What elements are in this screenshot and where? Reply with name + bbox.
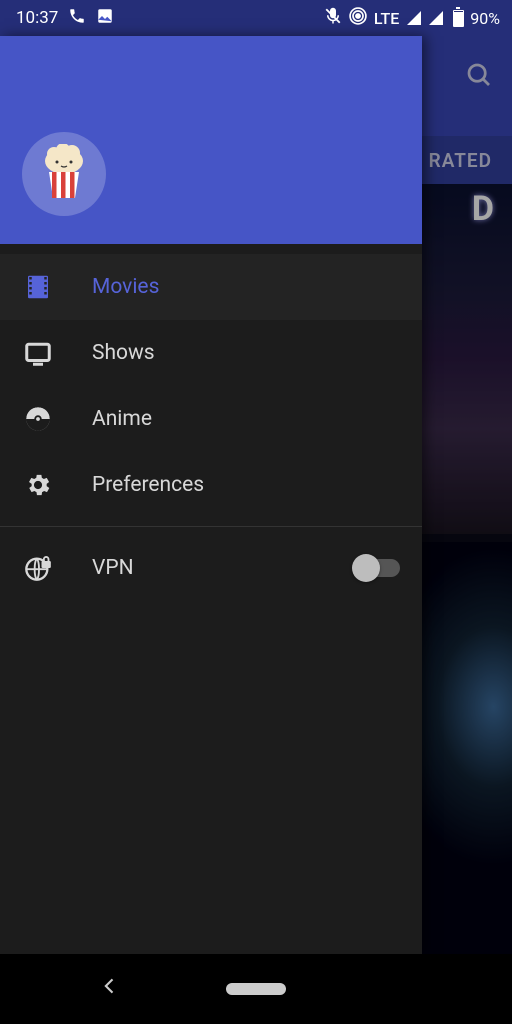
phone-icon <box>68 7 86 30</box>
film-strip-icon <box>22 272 54 302</box>
home-pill[interactable] <box>226 983 286 995</box>
battery-icon <box>453 10 464 27</box>
drawer-list: Movies Shows Anime Preferences VPN <box>0 244 422 601</box>
vpn-toggle[interactable] <box>354 559 400 577</box>
drawer-item-preferences[interactable]: Preferences <box>0 452 422 518</box>
gear-icon <box>22 471 54 499</box>
drawer-item-label: Movies <box>92 275 159 299</box>
lte-label: LTE <box>374 9 399 28</box>
signal-1-icon <box>407 11 421 25</box>
drawer-item-vpn[interactable]: VPN <box>0 535 422 601</box>
hotspot-icon <box>348 6 368 30</box>
drawer-item-label: VPN <box>92 556 134 580</box>
image-icon <box>96 7 114 30</box>
drawer-item-label: Preferences <box>92 473 204 497</box>
globe-lock-icon <box>22 554 54 582</box>
battery-percent: 90% <box>470 9 500 28</box>
signal-2-icon <box>429 11 443 25</box>
drawer-item-anime[interactable]: Anime <box>0 386 422 452</box>
drawer-item-shows[interactable]: Shows <box>0 320 422 386</box>
pokeball-icon <box>22 405 54 433</box>
drawer-divider <box>0 526 422 527</box>
toggle-knob <box>352 554 380 582</box>
back-icon[interactable] <box>100 976 120 1002</box>
drawer-item-label: Shows <box>92 341 155 365</box>
status-time: 10:37 <box>16 8 58 28</box>
avatar[interactable] <box>22 132 106 216</box>
system-nav-bar <box>0 954 512 1024</box>
drawer-header <box>0 36 422 244</box>
drawer-item-label: Anime <box>92 407 152 431</box>
status-bar: 10:37 LTE 90% <box>0 0 512 36</box>
navigation-drawer: Movies Shows Anime Preferences VPN <box>0 36 422 954</box>
drawer-item-movies[interactable]: Movies <box>0 254 422 320</box>
mic-muted-icon <box>324 7 342 29</box>
popcorn-icon <box>39 144 89 204</box>
tv-icon <box>22 338 54 368</box>
